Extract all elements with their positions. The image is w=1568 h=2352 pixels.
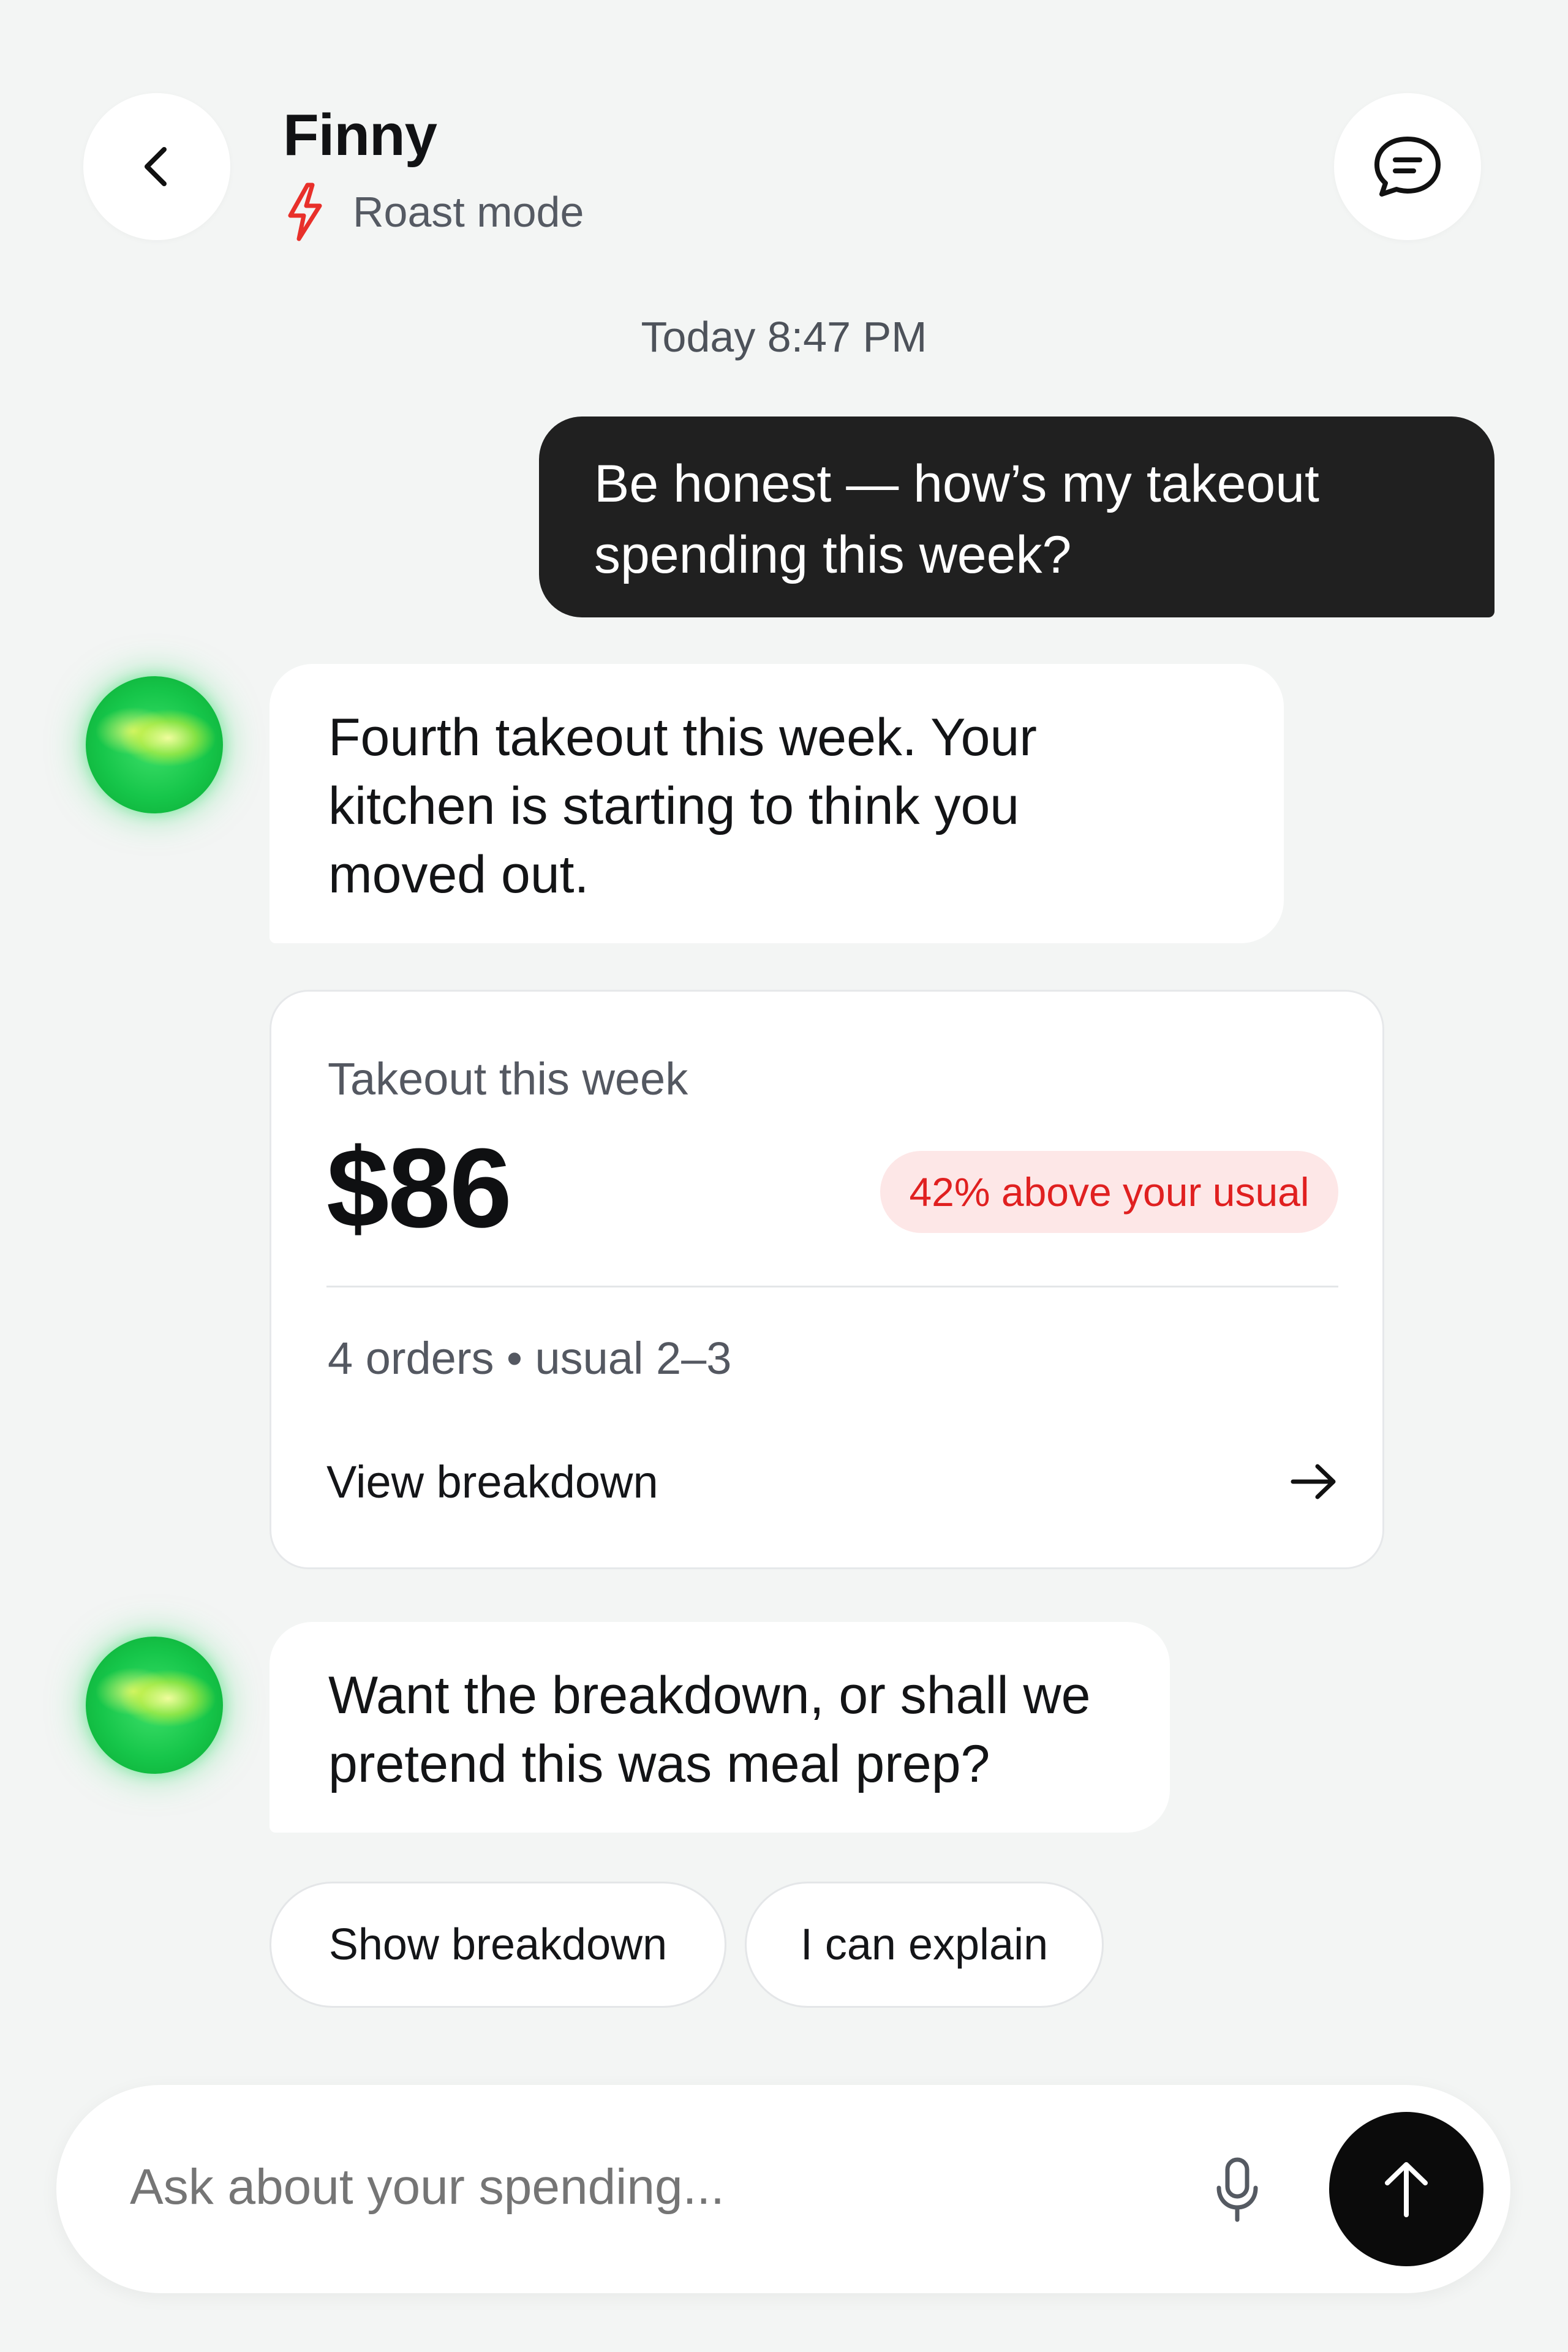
mode-label: Roast mode [353, 188, 584, 236]
show-breakdown-chip[interactable]: Show breakdown [270, 1882, 726, 2008]
assistant-avatar [86, 1637, 223, 1774]
microphone-icon [1213, 2156, 1262, 2223]
user-message: Be honest — how’s my takeout spending th… [539, 417, 1494, 617]
timestamp: Today 8:47 PM [641, 313, 927, 361]
message-line: Want the breakdown, or shall we [328, 1666, 1091, 1725]
page-title: Finny [283, 102, 437, 168]
assistant-message: Want the breakdown, or shall we pretend … [270, 1622, 1170, 1833]
arrow-right-icon [1289, 1460, 1338, 1503]
lightning-bolt-icon [283, 181, 326, 243]
card-amount: $86 [326, 1125, 512, 1251]
message-line: pretend this was meal prep? [328, 1735, 990, 1793]
back-button[interactable] [83, 93, 230, 240]
message-line: spending this week? [594, 526, 1072, 584]
card-divider [326, 1286, 1338, 1287]
message-line: kitchen is starting to think you [328, 777, 1020, 835]
card-meta: 4 orders • usual 2–3 [328, 1333, 732, 1384]
message-line: Be honest — how’s my takeout [594, 454, 1319, 513]
chat-bubble-icon [1371, 133, 1444, 200]
spending-card: Takeout this week $86 42% above your usu… [270, 990, 1384, 1569]
message-input[interactable] [129, 2144, 1172, 2231]
view-breakdown-label: View breakdown [326, 1456, 658, 1507]
message-line: Fourth takeout this week. Your [328, 708, 1037, 767]
view-breakdown-link[interactable]: View breakdown [326, 1445, 1338, 1518]
microphone-button[interactable] [1200, 2150, 1274, 2230]
card-label: Takeout this week [328, 1054, 688, 1104]
assistant-avatar [86, 676, 223, 813]
assistant-message: Fourth takeout this week. Your kitchen i… [270, 664, 1284, 943]
i-can-explain-chip[interactable]: I can explain [745, 1882, 1104, 2008]
message-line: moved out. [328, 845, 589, 904]
mode-indicator: Roast mode [283, 181, 584, 243]
chevron-left-icon [132, 142, 181, 191]
send-button[interactable] [1329, 2112, 1483, 2266]
new-chat-button[interactable] [1334, 93, 1481, 240]
arrow-up-icon [1379, 2158, 1434, 2220]
status-badge: 42% above your usual [880, 1151, 1338, 1233]
